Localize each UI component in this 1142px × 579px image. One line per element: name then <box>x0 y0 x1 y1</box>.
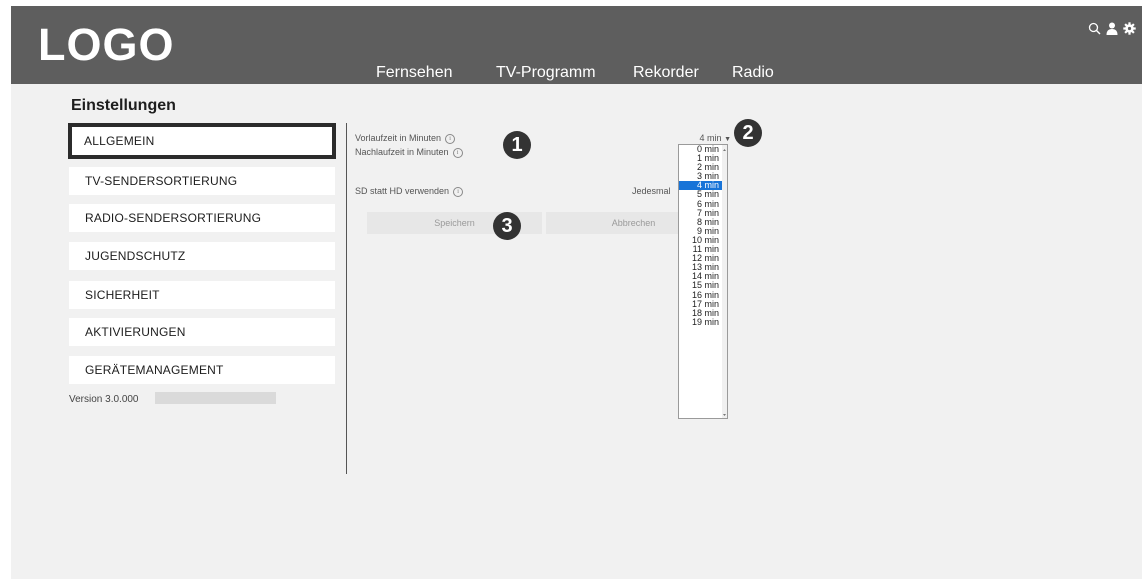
nav-rekorder[interactable]: Rekorder <box>633 63 699 83</box>
nachlauf-row: Nachlaufzeit in Minuten i <box>355 147 463 158</box>
nachlauf-label: Nachlaufzeit in Minuten <box>355 147 449 157</box>
version-redacted <box>155 392 276 404</box>
chevron-down-icon: ▼ <box>724 136 731 143</box>
version-text: Version 3.0.000 <box>69 394 139 405</box>
user-icon[interactable] <box>1106 22 1118 35</box>
vorlauf-row: Vorlaufzeit in Minuten i <box>355 133 456 144</box>
step-marker-1: 1 <box>503 131 531 159</box>
vorlauf-select-value: 4 min <box>699 133 722 143</box>
gear-icon[interactable] <box>1123 22 1136 35</box>
settings-title: Einstellungen <box>71 97 176 114</box>
sd-select[interactable]: Jedesmal <box>632 186 671 197</box>
logo: LOGO <box>38 19 175 70</box>
app-window: LOGO Fernsehen TV-Programm Rekorder Radi… <box>11 6 1142 579</box>
step-marker-2: 2 <box>734 119 762 147</box>
nav-fernsehen[interactable]: Fernsehen <box>376 63 453 83</box>
sidebar-item-jugendschutz[interactable]: JUGENDSCHUTZ <box>69 242 335 270</box>
info-icon[interactable]: i <box>452 147 463 158</box>
header-icons <box>1088 22 1136 35</box>
sidebar-item-geraetemanagement[interactable]: GERÄTEMANAGEMENT <box>69 356 335 384</box>
vorlauf-label: Vorlaufzeit in Minuten <box>355 133 442 143</box>
info-icon[interactable]: i <box>445 133 456 144</box>
info-icon[interactable]: i <box>453 186 464 197</box>
sd-row: SD statt HD verwenden i <box>355 186 464 197</box>
sidebar-item-radio-sendersortierung[interactable]: RADIO-SENDERSORTIERUNG <box>69 204 335 232</box>
search-icon[interactable] <box>1088 22 1101 35</box>
sidebar-item-aktivierungen[interactable]: AKTIVIERUNGEN <box>69 318 335 346</box>
sidebar-item-allgemein[interactable]: ALLGEMEIN <box>68 123 336 159</box>
step-marker-3: 3 <box>493 212 521 240</box>
dropdown-option[interactable]: 19 min <box>679 317 727 327</box>
nav-radio[interactable]: Radio <box>732 63 774 83</box>
dropdown-scrollbar[interactable] <box>722 145 727 418</box>
content-divider <box>346 123 347 474</box>
vorlauf-dropdown-list[interactable]: 0 min 1 min 2 min 3 min 4 min 5 min 6 min 7 min… <box>678 144 728 419</box>
sidebar-item-sicherheit[interactable]: SICHERHEIT <box>69 281 335 309</box>
header-bar: LOGO Fernsehen TV-Programm Rekorder Radi… <box>11 6 1142 84</box>
sd-label: SD statt HD verwenden <box>355 186 450 196</box>
sidebar-item-tv-sendersortierung[interactable]: TV-SENDERSORTIERUNG <box>69 167 335 195</box>
nav-tv-programm[interactable]: TV-Programm <box>496 63 596 83</box>
dropdown-options: 0 min 1 min 2 min 3 min 4 min 5 min 6 min 7 min… <box>679 145 727 327</box>
